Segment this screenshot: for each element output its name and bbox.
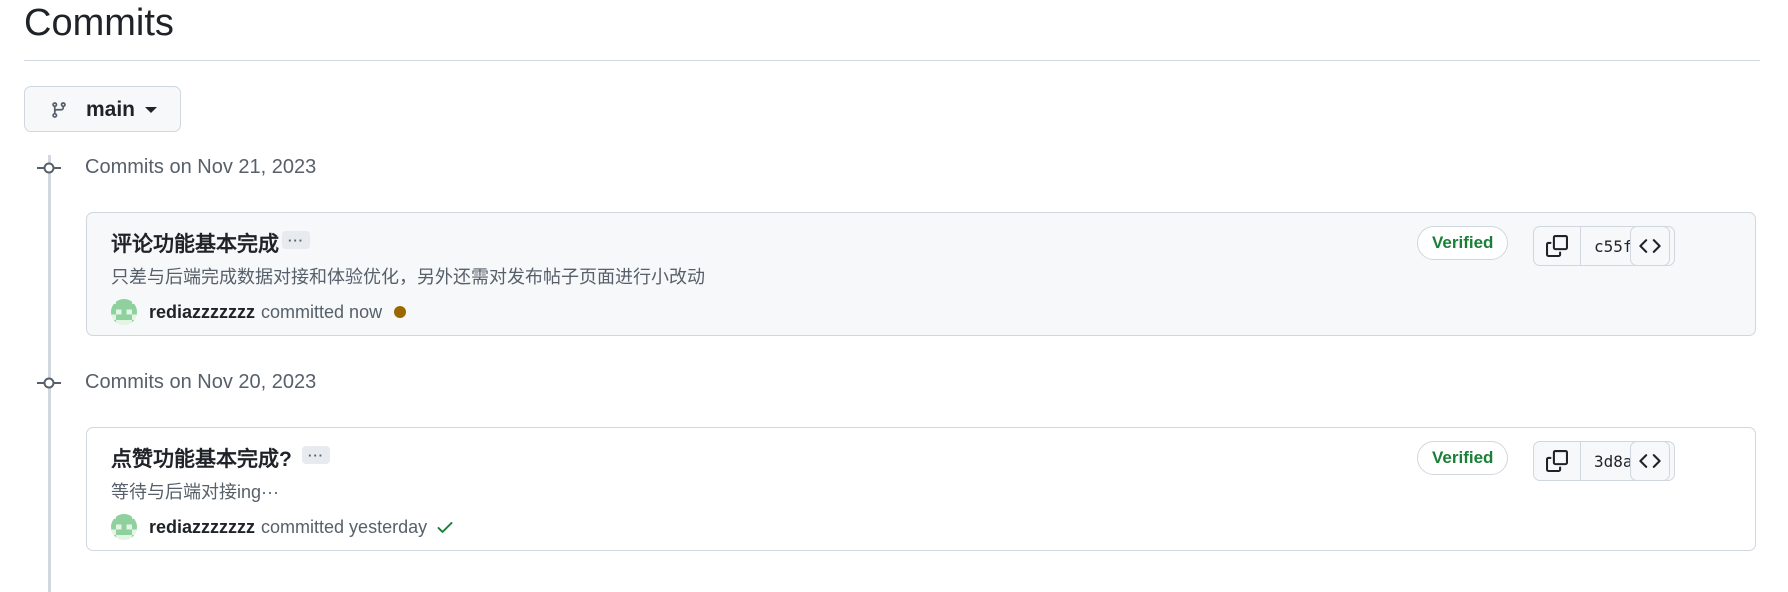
avatar[interactable] — [111, 299, 137, 325]
copy-sha-button[interactable] — [1534, 227, 1581, 265]
author-name-link[interactable]: rediazzzzzzz — [149, 517, 255, 538]
author-name-link[interactable]: rediazzzzzzz — [149, 302, 255, 323]
commit-list-item: 点赞功能基本完成? ··· 等待与后端对接ing··· rediazzzzzzz… — [86, 427, 1756, 551]
expand-description-button[interactable]: ··· — [302, 446, 330, 464]
commit-description: 只差与后端完成数据对接和体验优化，另外还需对发布帖子页面进行小改动 — [111, 267, 705, 287]
commit-group-header: Commits on Nov 20, 2023 — [0, 368, 1788, 398]
commit-author-row: rediazzzzzzz committed yesterday — [111, 514, 455, 540]
page-title: Commits — [24, 2, 174, 44]
browse-repository-button[interactable] — [1630, 226, 1670, 266]
git-commit-icon — [37, 162, 61, 174]
expand-description-button[interactable]: ··· — [282, 231, 310, 249]
commit-list-item: 评论功能基本完成 ··· 只差与后端完成数据对接和体验优化，另外还需对发布帖子页… — [86, 212, 1756, 336]
triangle-down-icon — [145, 107, 157, 113]
code-icon — [1639, 454, 1661, 468]
commit-group-date: Commits on Nov 20, 2023 — [85, 371, 317, 393]
code-icon — [1639, 239, 1661, 253]
git-commit-icon — [37, 377, 61, 389]
commit-author-row: rediazzzzzzz committed now — [111, 299, 407, 325]
commit-time: committed now — [261, 301, 383, 322]
commit-group-date: Commits on Nov 21, 2023 — [85, 156, 317, 178]
check-icon[interactable] — [435, 517, 455, 537]
commit-description: 等待与后端对接ing··· — [111, 482, 280, 502]
copy-icon — [1546, 450, 1568, 472]
browse-repository-button[interactable] — [1630, 441, 1670, 481]
avatar[interactable] — [111, 514, 137, 540]
verified-badge[interactable]: Verified — [1417, 441, 1509, 475]
dot-fill-icon[interactable] — [394, 306, 407, 318]
commit-time: committed yesterday — [261, 516, 428, 537]
branch-name: main — [86, 98, 136, 121]
commit-message-link[interactable]: 评论功能基本完成 — [111, 228, 279, 258]
git-branch-icon — [52, 102, 66, 118]
branch-selector-button[interactable]: main — [24, 86, 181, 132]
copy-sha-button[interactable] — [1534, 442, 1581, 480]
commit-message-link[interactable]: 点赞功能基本完成? — [111, 443, 292, 473]
copy-icon — [1546, 235, 1568, 257]
commit-group-header: Commits on Nov 21, 2023 — [0, 153, 1788, 183]
verified-badge[interactable]: Verified — [1417, 226, 1509, 260]
title-divider — [24, 60, 1760, 61]
